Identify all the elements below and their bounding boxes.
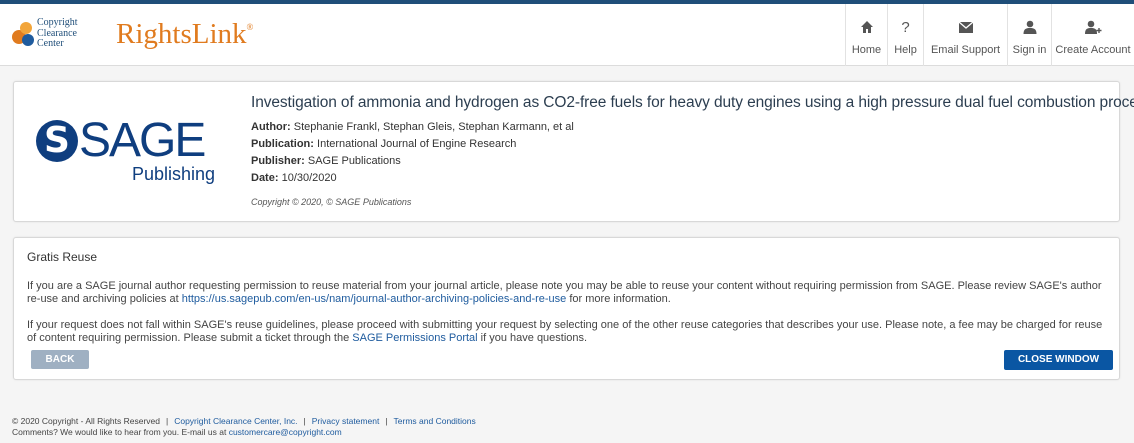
article-title: Investigation of ammonia and hydrogen as…: [251, 94, 1134, 111]
rightslink-logo[interactable]: RightsLink®: [116, 18, 253, 51]
article-copyright: Copyright © 2020, © SAGE Publications: [251, 197, 412, 207]
user-icon: [1023, 18, 1037, 36]
sage-wordmark: SAGE: [79, 114, 206, 167]
help-icon: ?: [901, 18, 910, 36]
ccc-logo-emblem: [10, 22, 36, 48]
nav-create-account-label: Create Account: [1055, 44, 1131, 56]
user-plus-icon: [1084, 18, 1102, 36]
article-publisher: Publisher: SAGE Publications: [251, 155, 401, 167]
ccc-logo[interactable]: Copyright Clearance Center: [10, 17, 98, 52]
registered-mark: ®: [246, 22, 254, 32]
archiving-policy-link[interactable]: https://us.sagepub.com/en-us/nam/journal…: [182, 293, 567, 305]
nav-sign-in[interactable]: Sign in: [1007, 4, 1051, 66]
reuse-title: Gratis Reuse: [27, 250, 98, 264]
article-author: Author: Stephanie Frankl, Stephan Gleis,…: [251, 121, 574, 133]
reuse-paragraph-1: If you are a SAGE journal author request…: [27, 280, 1102, 305]
nav-help[interactable]: ? Help: [887, 4, 923, 66]
footer-email-link[interactable]: customercare@copyright.com: [229, 427, 342, 437]
footer-privacy-link[interactable]: Privacy statement: [312, 416, 380, 426]
nav-home[interactable]: Home: [845, 4, 887, 66]
footer-comments: Comments? We would like to hear from you…: [12, 427, 229, 437]
permissions-portal-link[interactable]: SAGE Permissions Portal: [352, 332, 477, 344]
sage-emblem: S: [36, 120, 78, 162]
article-publication: Publication: International Journal of En…: [251, 138, 517, 150]
nav-help-label: Help: [894, 44, 917, 56]
reuse-paragraph-2: If your request does not fall within SAG…: [27, 319, 1103, 344]
article-date: Date: 10/30/2020: [251, 172, 337, 184]
footer-copyright: © 2020 Copyright - All Rights Reserved: [12, 416, 160, 426]
gratis-reuse-card: Gratis Reuse If you are a SAGE journal a…: [13, 237, 1120, 380]
home-icon: [860, 18, 874, 36]
nav-create-account[interactable]: Create Account: [1051, 4, 1134, 66]
nav-sign-in-label: Sign in: [1012, 44, 1047, 56]
close-window-button[interactable]: CLOSE WINDOW: [1004, 350, 1113, 370]
footer-line-1: © 2020 Copyright - All Rights Reserved | C…: [12, 416, 476, 426]
nav-email-support[interactable]: Email Support: [923, 4, 1007, 66]
rightslink-logo-text: RightsLink: [116, 18, 247, 50]
footer-line-2: Comments? We would like to hear from you…: [12, 427, 476, 438]
footer-terms-link[interactable]: Terms and Conditions: [394, 416, 476, 426]
footer: © 2020 Copyright - All Rights Reserved | C…: [12, 416, 476, 438]
footer-ccc-link[interactable]: Copyright Clearance Center, Inc.: [174, 416, 297, 426]
ccc-logo-text: Copyright Clearance Center: [37, 17, 78, 49]
article-card: S SAGE Publishing Investigation of ammon…: [13, 81, 1134, 222]
nav-email-label: Email Support: [930, 44, 1001, 56]
sage-publishing-logo: S SAGE Publishing: [36, 114, 236, 184]
article-info: Investigation of ammonia and hydrogen as…: [251, 94, 1134, 207]
sage-subtitle: Publishing: [132, 164, 216, 184]
back-button[interactable]: BACK: [31, 350, 89, 369]
nav-home-label: Home: [851, 44, 882, 56]
envelope-icon: [958, 18, 973, 36]
top-nav: Home ? Help Email Support Sign in Create…: [845, 4, 1134, 66]
